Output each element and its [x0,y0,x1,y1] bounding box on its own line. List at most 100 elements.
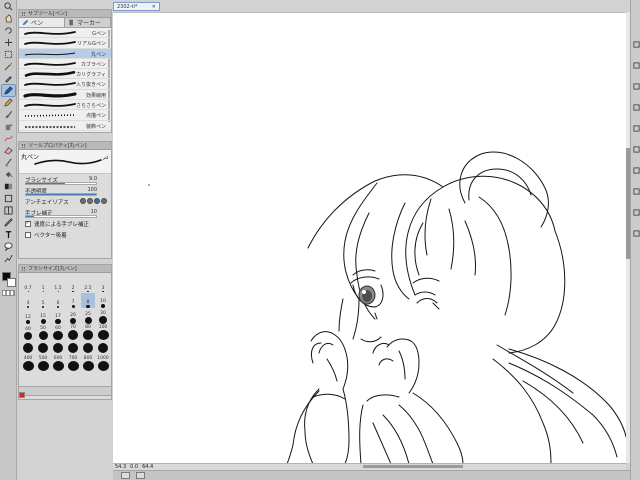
brush-size-preset[interactable]: 50 [36,325,50,340]
brush-size-preset[interactable]: 25 [81,309,95,324]
brush-size-preset[interactable]: 800 [81,356,95,371]
antialias-option[interactable] [80,198,86,204]
brush-size-label: 12 [25,314,31,320]
brush-size-preset[interactable]: 700 [66,356,80,371]
brush-size-preset[interactable]: 400 [21,356,35,371]
brush-size-preset[interactable]: 5 [36,293,50,308]
brush-size-preset[interactable]: 1.5 [51,277,65,292]
brush-size-preset[interactable]: 500 [36,356,50,371]
wrench-icon[interactable] [102,155,108,161]
airbrush-tool-icon[interactable] [2,121,15,132]
rotate-tool-icon[interactable] [2,25,15,36]
zoom-tool-icon[interactable] [2,1,15,12]
brush-size-preset[interactable] [96,341,110,355]
decoration-tool-icon[interactable] [2,133,15,144]
brush-size-preset[interactable]: 600 [51,356,65,371]
correct-line-tool-icon[interactable] [2,253,15,264]
sub-tool-panel-header[interactable]: サブツール[ペン] [19,10,111,18]
brush-size-preset[interactable]: 7 [66,293,80,308]
brush-size-preset[interactable]: 17 [51,309,65,324]
brush-size-preset[interactable]: 8 [81,293,95,308]
brush-size-preset[interactable]: 10 [96,293,110,308]
layer-icon[interactable] [632,40,640,48]
property-checkbox[interactable] [25,231,31,238]
timeline-button[interactable] [121,472,130,479]
color-icon[interactable] [632,145,640,153]
lock-icon[interactable] [632,187,640,195]
sub-color-swatch[interactable] [7,278,16,287]
document-tab[interactable]: 2302-ti* ✕ [113,2,160,11]
brush-size-preset[interactable]: 12 [21,309,35,324]
page-manager-button[interactable] [136,472,145,479]
brush-size-preset[interactable]: 2 [66,277,80,292]
brush-item[interactable]: リアルGペン [19,38,111,49]
brush-item[interactable]: 効果線用 [19,90,111,101]
brush-size-preset[interactable]: 15 [36,309,50,324]
figure-tool-icon[interactable] [2,193,15,204]
brush-size-preset[interactable]: 3 [96,277,110,292]
antialias-option[interactable] [101,198,107,204]
brush-size-preset[interactable]: 30 [96,309,110,324]
tool-property-header[interactable]: ツールプロパティ[丸ペン] [19,142,111,150]
property-checkbox[interactable]: ✓ [25,220,31,227]
brush-size-preset[interactable]: 70 [66,325,80,340]
brush-size-preset[interactable]: 100 [96,325,110,340]
list-icon[interactable] [632,229,640,237]
balloon-tool-icon[interactable] [2,241,15,252]
close-icon[interactable]: ✕ [152,4,156,10]
brush-size-preset[interactable]: 1 [36,277,50,292]
move-tool-icon[interactable] [2,37,15,48]
brush-size-preset[interactable] [81,341,95,355]
settings-icon[interactable] [632,208,640,216]
red-color-swatch[interactable] [19,392,25,398]
magic-wand-tool-icon[interactable] [2,61,15,72]
antialias-option[interactable] [94,198,100,204]
brush-size-preset[interactable] [36,341,50,355]
brush-item[interactable]: 装飾ペン [19,121,111,131]
frame-tool-icon[interactable] [2,205,15,216]
brush-size-preset[interactable]: 1000 [96,356,110,371]
brush-item[interactable]: さらさらペン [19,100,111,111]
brush-item[interactable]: 入り抜きペン [19,79,111,90]
tab-marker[interactable]: マーカー [65,18,111,27]
eyedropper-tool-icon[interactable] [2,73,15,84]
brush-item[interactable]: 丸ペン [19,48,111,59]
transparent-color-swatch[interactable] [2,290,15,296]
brush-size-preset[interactable]: 60 [51,325,65,340]
brush-item[interactable]: カブラペン [19,59,111,70]
brush-item[interactable]: 点描ペン [19,110,111,121]
material-icon[interactable] [632,103,640,111]
brush-size-header[interactable]: ブラシサイズ[丸ペン] [19,265,111,273]
brush-size-preset[interactable]: 6 [51,293,65,308]
brush-size-preset[interactable]: 20 [66,309,80,324]
info-icon[interactable] [632,124,640,132]
text-tool-icon[interactable] [2,229,15,240]
navigator-icon[interactable] [632,61,640,69]
brush-size-preset[interactable] [51,341,65,355]
eraser-tool-icon[interactable] [2,145,15,156]
hand-tool-icon[interactable] [2,13,15,24]
brush-size-preset[interactable]: 40 [21,325,35,340]
drawing-canvas[interactable] [113,12,626,463]
fill-tool-icon[interactable] [2,169,15,180]
brush-size-preset[interactable]: 80 [81,325,95,340]
blend-tool-icon[interactable] [2,157,15,168]
gradient-tool-icon[interactable] [2,181,15,192]
select-rect-tool-icon[interactable] [2,49,15,60]
brush-size-preset[interactable]: 2.5 [81,277,95,292]
flip-icon[interactable] [632,166,640,174]
brush-size-preset[interactable] [21,341,35,355]
brush-tool-icon[interactable] [2,109,15,120]
ruler-tool-icon[interactable] [2,217,15,228]
tab-pen[interactable]: ペン [19,18,65,27]
horizontal-scroll-thumb[interactable] [363,465,463,468]
antialias-option[interactable] [87,198,93,204]
history-icon[interactable] [632,82,640,90]
pencil-tool-icon[interactable] [2,97,15,108]
brush-size-preset[interactable]: 0.7 [21,277,35,292]
brush-size-preset[interactable]: 4 [21,293,35,308]
brush-item[interactable]: カリグラフィ [19,69,111,80]
brush-size-preset[interactable] [66,341,80,355]
pen-tool-icon[interactable] [1,84,16,97]
brush-item[interactable]: Gペン [19,28,111,39]
